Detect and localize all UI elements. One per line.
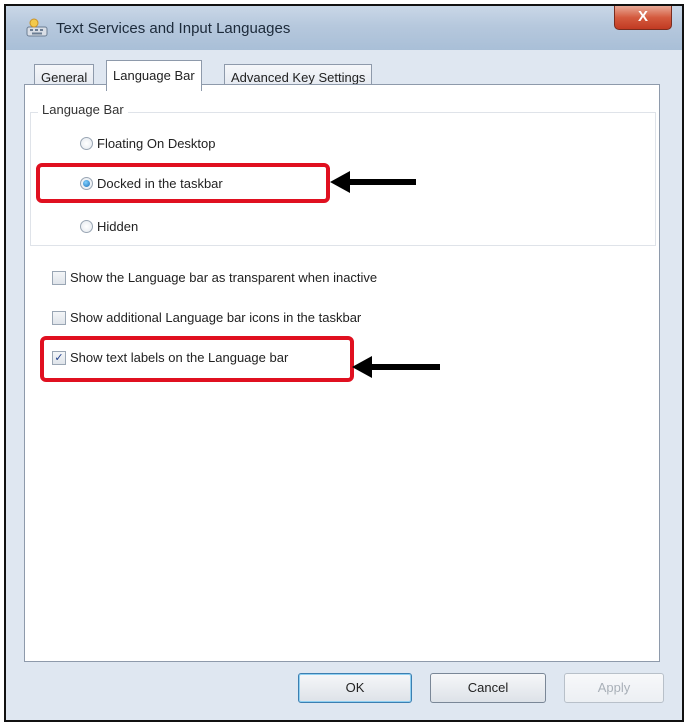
apply-button[interactable]: Apply — [564, 673, 664, 703]
radio-button[interactable] — [80, 220, 93, 233]
keyboard-icon — [26, 18, 48, 38]
highlight-docked-option — [36, 163, 330, 203]
cancel-button[interactable]: Cancel — [430, 673, 546, 703]
arrow-left-icon — [352, 356, 440, 378]
checkbox[interactable] — [52, 310, 66, 325]
highlight-text-labels-option — [40, 336, 354, 382]
checkbox-transparent-when-inactive[interactable]: Show the Language bar as transparent whe… — [52, 270, 377, 285]
close-icon: X — [637, 8, 648, 25]
radio-floating-on-desktop[interactable]: Floating On Desktop — [80, 136, 216, 151]
window-title: Text Services and Input Languages — [56, 20, 291, 37]
ok-button[interactable]: OK — [298, 673, 412, 703]
checkbox[interactable] — [52, 270, 66, 285]
language-bar-group-label: Language Bar — [38, 102, 128, 117]
tab-language-bar[interactable]: Language Bar — [106, 60, 202, 91]
title-bar: Text Services and Input Languages X — [6, 6, 682, 50]
close-button[interactable]: X — [614, 6, 672, 30]
checkbox-additional-icons[interactable]: Show additional Language bar icons in th… — [52, 310, 361, 325]
radio-button[interactable] — [80, 137, 93, 150]
radio-hidden[interactable]: Hidden — [80, 219, 138, 234]
arrow-left-icon — [330, 171, 416, 193]
